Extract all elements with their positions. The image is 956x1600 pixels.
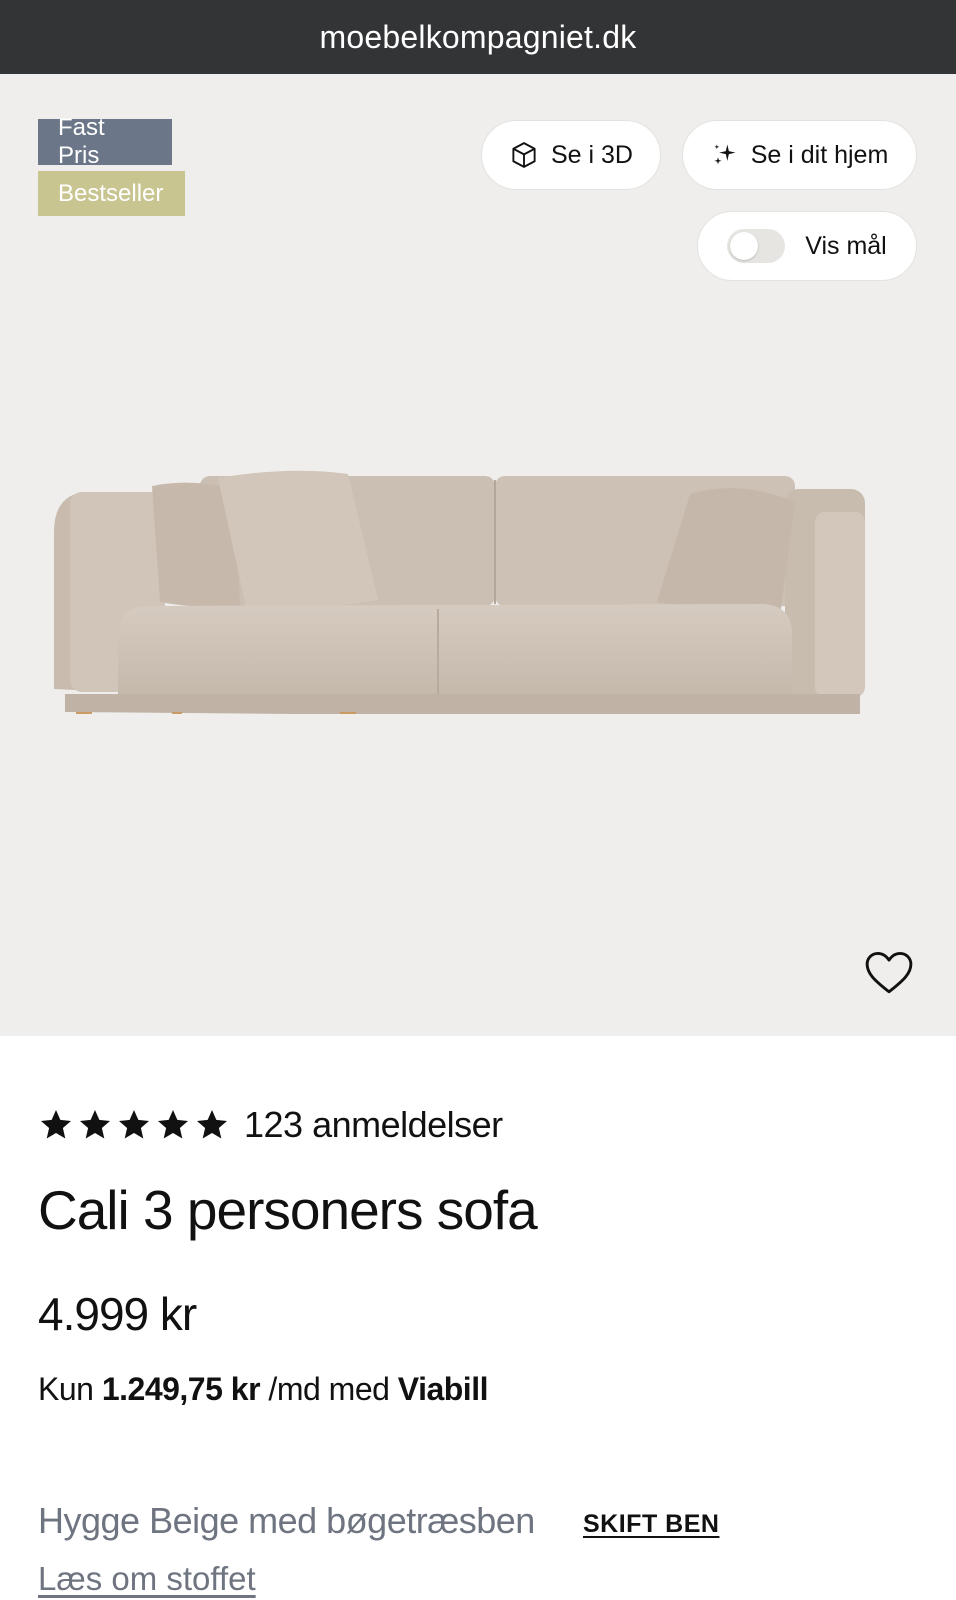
financing-info: Kun 1.249,75 kr /md med Viabill (38, 1371, 488, 1408)
financing-middle: /md med (268, 1371, 390, 1407)
reviews-count-link[interactable]: 123 anmeldelser (244, 1104, 503, 1146)
financing-amount: 1.249,75 kr (101, 1371, 261, 1407)
toggle-switch[interactable] (727, 229, 786, 263)
read-about-fabric-link[interactable]: Læs om stoffet (38, 1560, 256, 1598)
sofa-product-image (54, 470, 870, 714)
product-image-gallery[interactable]: Fast Pris Bestseller Se i 3D Se i dit hj… (0, 74, 956, 1036)
sparkle-icon (714, 144, 736, 165)
financing-prefix: Kun (38, 1371, 94, 1407)
star-icon (119, 1110, 149, 1139)
url-text: moebelkompagniet.dk (319, 18, 637, 55)
star-icon (158, 1110, 188, 1139)
bestseller-badge: Bestseller (38, 171, 185, 216)
show-measurements-toggle[interactable]: Vis mål (697, 211, 917, 281)
star-rating (38, 1107, 230, 1143)
view-3d-label: Se i 3D (551, 140, 633, 169)
star-icon (197, 1110, 227, 1139)
star-icon (80, 1110, 110, 1139)
heart-icon[interactable] (864, 950, 914, 996)
financing-provider: Viabill (397, 1371, 489, 1407)
view-3d-button[interactable]: Se i 3D (481, 120, 661, 190)
change-legs-link[interactable]: SKIFT BEN (583, 1510, 719, 1539)
fixed-price-badge-label: Fast Pris (58, 114, 105, 169)
product-price: 4.999 kr (38, 1288, 197, 1340)
view-in-home-button[interactable]: Se i dit hjem (682, 120, 917, 190)
fixed-price-badge: Fast Pris (38, 114, 172, 169)
selected-variant: Hygge Beige med bøgetræsben (38, 1500, 535, 1541)
view-in-home-label: Se i dit hjem (750, 140, 889, 169)
product-rating[interactable]: 123 anmeldelser (38, 1104, 503, 1146)
product-title: Cali 3 personers sofa (38, 1179, 538, 1241)
browser-url-bar[interactable]: moebelkompagniet.dk (0, 0, 956, 74)
star-icon (41, 1110, 71, 1139)
show-measurements-label: Vis mål (805, 231, 887, 260)
bestseller-badge-label: Bestseller (58, 179, 164, 207)
cube-icon (512, 142, 536, 168)
